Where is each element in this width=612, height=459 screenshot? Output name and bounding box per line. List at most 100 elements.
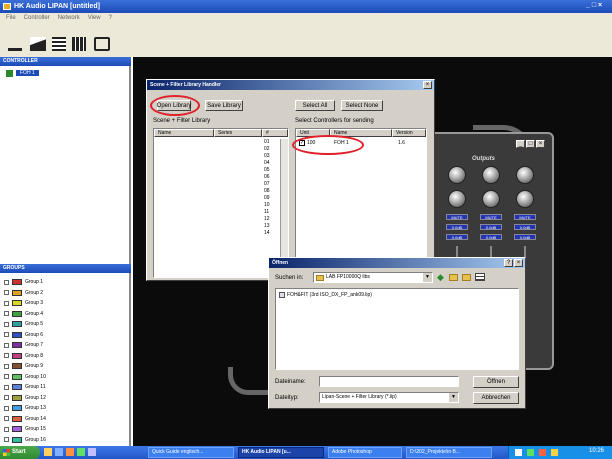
group-item[interactable]: Group 9 — [4, 361, 129, 372]
group-checkbox[interactable] — [4, 290, 9, 296]
tray-icon-4[interactable] — [551, 449, 558, 456]
back-icon[interactable]: ◆ — [437, 273, 444, 282]
lib-col-number[interactable]: # — [262, 129, 288, 137]
new-folder-icon[interactable] — [462, 274, 471, 281]
group-item[interactable]: Group 8 — [4, 351, 129, 362]
start-button[interactable]: Start — [0, 446, 40, 459]
group-item[interactable]: Group 13 — [4, 403, 129, 414]
group-item[interactable]: Group 16 — [4, 435, 129, 446]
menu-help[interactable]: ? — [109, 13, 112, 23]
menu-view[interactable]: View — [88, 13, 101, 23]
library-number[interactable]: 02 — [264, 146, 278, 153]
group-item[interactable]: Group 2 — [4, 288, 129, 299]
library-number[interactable]: 03 — [264, 153, 278, 160]
open-dialog-close-button[interactable]: × — [514, 259, 523, 267]
open-dialog-help-button[interactable]: ? — [504, 259, 513, 267]
output-knob-4[interactable] — [448, 190, 466, 208]
group-item[interactable]: Group 5 — [4, 319, 129, 330]
chart-icon[interactable] — [30, 37, 46, 51]
group-item[interactable]: Group 10 — [4, 372, 129, 383]
group-checkbox[interactable] — [4, 384, 9, 390]
library-number[interactable]: 07 — [264, 181, 278, 188]
grid-icon[interactable] — [72, 37, 86, 51]
library-number[interactable]: 01 — [264, 139, 278, 146]
group-checkbox[interactable] — [4, 374, 9, 380]
new-icon[interactable] — [8, 37, 22, 51]
group-item[interactable]: Group 15 — [4, 424, 129, 435]
mute-button-1[interactable]: MUTE — [446, 214, 468, 220]
quicklaunch-icon-4[interactable] — [77, 448, 85, 456]
lib-col-name[interactable]: Name — [154, 129, 214, 137]
library-number[interactable]: 06 — [264, 174, 278, 181]
controller-item[interactable]: FOH 1 — [6, 69, 39, 77]
library-number[interactable]: 04 — [264, 160, 278, 167]
group-checkbox[interactable] — [4, 437, 9, 443]
tray-icon-1[interactable] — [515, 449, 522, 456]
library-number[interactable]: 08 — [264, 188, 278, 195]
library-number[interactable]: 13 — [264, 223, 278, 230]
group-checkbox[interactable] — [4, 395, 9, 401]
library-number[interactable]: 10 — [264, 202, 278, 209]
group-item[interactable]: Group 3 — [4, 298, 129, 309]
print-icon[interactable] — [94, 37, 110, 51]
group-checkbox[interactable] — [4, 321, 9, 327]
look-in-dropdown[interactable]: LAB FP10000Q libs ▼ — [313, 272, 433, 283]
group-item[interactable]: Group 14 — [4, 414, 129, 425]
file-item[interactable]: FOH&FIT (3rd ISO_DX_FP_ank09.lip) — [279, 292, 372, 298]
library-number[interactable]: 05 — [264, 167, 278, 174]
file-list[interactable]: FOH&FIT (3rd ISO_DX_FP_ank09.lip) — [275, 288, 519, 370]
group-item[interactable]: Group 12 — [4, 393, 129, 404]
library-number[interactable]: 09 — [264, 195, 278, 202]
mute-button-3[interactable]: MUTE — [514, 214, 536, 220]
task-button-1[interactable]: Quick Guide englisch... — [148, 447, 234, 458]
task-button-2[interactable]: HK Audio LIPAN [u... — [238, 447, 324, 458]
output-knob-3[interactable] — [516, 166, 534, 184]
group-checkbox[interactable] — [4, 353, 9, 359]
tray-icon-2[interactable] — [527, 449, 534, 456]
task-button-4[interactable]: D:\202_Projekte\in B... — [406, 447, 492, 458]
output-knob-2[interactable] — [482, 166, 500, 184]
chevron-down-icon[interactable]: ▼ — [423, 273, 432, 282]
save-library-button[interactable]: Save Library — [205, 100, 243, 111]
library-number[interactable]: 12 — [264, 216, 278, 223]
library-list[interactable]: Name Series # 01 02 03 04 05 06 07 08 09 10 11 12 13… — [153, 128, 289, 278]
quicklaunch-icon-5[interactable] — [88, 448, 96, 456]
minimize-button[interactable]: _ — [516, 140, 525, 148]
filename-input[interactable] — [319, 376, 459, 387]
tray-icon-3[interactable] — [539, 449, 546, 456]
quicklaunch-icon-1[interactable] — [44, 448, 52, 456]
group-checkbox[interactable] — [4, 279, 9, 285]
group-checkbox[interactable] — [4, 300, 9, 306]
cancel-button[interactable]: Abbrechen — [473, 392, 519, 404]
output-knob-5[interactable] — [482, 190, 500, 208]
group-item[interactable]: Group 6 — [4, 330, 129, 341]
task-button-3[interactable]: Adobe Photoshop — [328, 447, 402, 458]
ctrl-col-version[interactable]: Version — [392, 129, 426, 137]
group-checkbox[interactable] — [4, 332, 9, 338]
group-checkbox[interactable] — [4, 342, 9, 348]
group-item[interactable]: Group 7 — [4, 340, 129, 351]
lib-col-series[interactable]: Series — [214, 129, 262, 137]
menu-network[interactable]: Network — [58, 13, 80, 23]
group-item[interactable]: Group 1 — [4, 277, 129, 288]
select-all-button[interactable]: Select All — [295, 100, 335, 111]
view-menu-icon[interactable] — [475, 273, 485, 281]
library-number[interactable]: 11 — [264, 209, 278, 216]
menu-controller[interactable]: Controller — [24, 13, 50, 23]
group-checkbox[interactable] — [4, 363, 9, 369]
filetype-chevron-down-icon[interactable]: ▼ — [449, 393, 458, 402]
group-item[interactable]: Group 11 — [4, 382, 129, 393]
list-icon[interactable] — [52, 37, 66, 51]
group-checkbox[interactable] — [4, 416, 9, 422]
output-knob-6[interactable] — [516, 190, 534, 208]
output-knob-1[interactable] — [448, 166, 466, 184]
library-number[interactable]: 14 — [264, 230, 278, 237]
group-item[interactable]: Group 4 — [4, 309, 129, 320]
filetype-select[interactable]: Lipan-Scene + Filter Library (*.lip) ▼ — [319, 392, 459, 403]
open-button[interactable]: Öffnen — [473, 376, 519, 388]
window-controls[interactable]: _ □ × — [586, 2, 602, 9]
select-none-button[interactable]: Select None — [341, 100, 383, 111]
quicklaunch-icon-3[interactable] — [66, 448, 74, 456]
mute-button-2[interactable]: MUTE — [480, 214, 502, 220]
library-close-button[interactable]: × — [423, 81, 432, 89]
